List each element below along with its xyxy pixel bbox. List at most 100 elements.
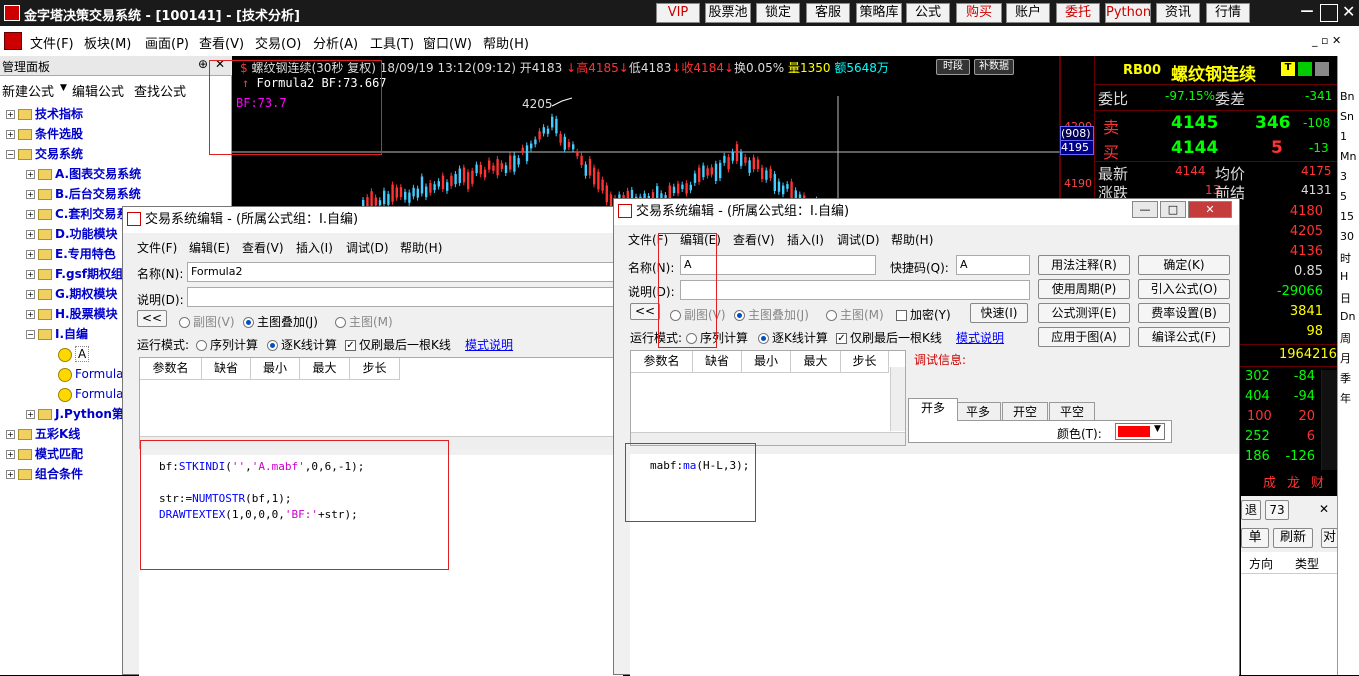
period-item-9[interactable]: H bbox=[1340, 270, 1348, 283]
d1-mode-link[interactable]: 模式说明 bbox=[465, 336, 513, 353]
period-item-0[interactable]: Bn bbox=[1340, 90, 1355, 103]
toolbar-button-11[interactable]: 行情 bbox=[1206, 3, 1250, 23]
menu-item-1[interactable]: 板块(M) bbox=[84, 33, 131, 52]
maximize-icon[interactable] bbox=[1320, 4, 1338, 22]
tree-item[interactable]: + G.期权模块 bbox=[26, 284, 117, 304]
d2-fast-button[interactable]: 快速(I) bbox=[970, 303, 1028, 323]
tree-item[interactable]: + 五彩K线 bbox=[6, 424, 80, 444]
d2-action-button-6[interactable]: 应用于图(A) bbox=[1038, 327, 1130, 347]
tree-item[interactable]: − I.自编 bbox=[26, 324, 88, 344]
tree-item[interactable]: + F.gsf期权组 bbox=[26, 264, 123, 284]
period-item-4[interactable]: 3 bbox=[1340, 170, 1347, 183]
expand-icon[interactable]: + bbox=[6, 110, 15, 119]
d2-action-button-2[interactable]: 使用周期(P) bbox=[1038, 279, 1130, 299]
period-item-8[interactable]: 时 bbox=[1340, 250, 1351, 266]
tree-item[interactable]: + 条件选股 bbox=[6, 124, 83, 144]
d2-action-button-7[interactable]: 编译公式(F) bbox=[1138, 327, 1230, 347]
expand-icon[interactable]: + bbox=[26, 290, 35, 299]
menu-item-7[interactable]: 窗口(W) bbox=[423, 33, 472, 52]
dialog1-menu-item-0[interactable]: 文件(F) bbox=[137, 239, 177, 256]
time-segment-button[interactable]: 时段 bbox=[936, 59, 970, 75]
tree-item[interactable]: + 技术指标 bbox=[6, 104, 83, 124]
d2-opt-main[interactable]: 主图(M) bbox=[826, 306, 884, 323]
dialog1-menu-item-4[interactable]: 调试(D) bbox=[346, 239, 389, 256]
expand-icon[interactable]: + bbox=[6, 470, 15, 479]
dialog1-menu-item-3[interactable]: 插入(I) bbox=[296, 239, 333, 256]
d1-mode-series[interactable]: 序列计算 bbox=[196, 336, 258, 353]
d1-mode-last[interactable]: ✓ 仅刷最后一根K线 bbox=[345, 336, 451, 353]
period-item-7[interactable]: 30 bbox=[1340, 230, 1354, 243]
d2-close-icon[interactable]: ✕ bbox=[1188, 201, 1232, 218]
expand-icon[interactable]: + bbox=[26, 210, 35, 219]
d2-mode-last[interactable]: ✓ 仅刷最后一根K线 bbox=[836, 329, 942, 346]
dialog1-menu-item-1[interactable]: 编辑(E) bbox=[189, 239, 230, 256]
footer-tab-1[interactable]: 龙 bbox=[1287, 472, 1300, 491]
expand-icon[interactable]: + bbox=[26, 170, 35, 179]
minimize-icon[interactable]: — bbox=[1297, 4, 1317, 22]
d2-param-table[interactable]: 参数名 缺省 最小 最大 步长 bbox=[630, 350, 906, 446]
toolbar-button-5[interactable]: 公式 bbox=[906, 3, 950, 23]
menu-item-4[interactable]: 交易(O) bbox=[255, 33, 301, 52]
t-icon[interactable]: T bbox=[1281, 62, 1295, 76]
period-item-10[interactable]: 日 bbox=[1340, 290, 1351, 306]
sub-button2-0[interactable]: 单 bbox=[1241, 528, 1269, 548]
d1-h-scrollbar[interactable] bbox=[140, 436, 624, 449]
tree-item[interactable]: + 组合条件 bbox=[6, 464, 83, 484]
tree-item[interactable]: + B.后台交易系统 bbox=[26, 184, 141, 204]
expand-icon[interactable]: + bbox=[26, 190, 35, 199]
sub-close-icon[interactable]: ✕ bbox=[1319, 502, 1329, 516]
dialog1-menu-item-2[interactable]: 查看(V) bbox=[242, 239, 284, 256]
period-item-6[interactable]: 15 bbox=[1340, 210, 1354, 223]
expand-icon[interactable]: + bbox=[26, 250, 35, 259]
toolbar-button-7[interactable]: 账户 bbox=[1006, 3, 1050, 23]
dialog2-menu-item-2[interactable]: 查看(V) bbox=[733, 231, 775, 248]
d2-maximize-icon[interactable]: □ bbox=[1160, 201, 1186, 218]
expand-icon[interactable]: + bbox=[6, 130, 15, 139]
tick-scrollbar[interactable] bbox=[1321, 370, 1337, 470]
d1-desc-input[interactable] bbox=[187, 287, 623, 307]
d2-action-button-5[interactable]: 费率设置(B) bbox=[1138, 303, 1230, 323]
tree-item[interactable]: + D.功能模块 bbox=[26, 224, 118, 244]
d1-opt-overlay[interactable]: 主图叠加(J) bbox=[243, 313, 318, 330]
tree-item[interactable]: A bbox=[46, 344, 90, 364]
menu-item-3[interactable]: 查看(V) bbox=[199, 33, 244, 52]
d2-name-input[interactable]: A bbox=[680, 255, 876, 275]
d1-opt-main[interactable]: 主图(M) bbox=[335, 313, 393, 330]
close-icon[interactable]: ✕ bbox=[1342, 2, 1358, 22]
tree-item[interactable]: + J.Python第 bbox=[26, 404, 124, 424]
d2-color-select[interactable]: ▼ bbox=[1115, 423, 1165, 440]
period-item-3[interactable]: Mn bbox=[1340, 150, 1356, 163]
child-window-controls[interactable]: _ ▫ ✕ bbox=[1312, 34, 1341, 47]
tree-item[interactable]: + 模式匹配 bbox=[6, 444, 83, 464]
settings-icon[interactable] bbox=[1315, 62, 1329, 76]
period-item-13[interactable]: 月 bbox=[1340, 350, 1351, 366]
d1-opt-subchart[interactable]: 副图(V) bbox=[179, 313, 235, 330]
toolbar-button-9[interactable]: Python bbox=[1105, 3, 1151, 23]
d1-collapse-button[interactable]: << bbox=[137, 310, 167, 327]
panel-close-icon[interactable]: ✕ bbox=[215, 57, 225, 71]
toolbar-button-8[interactable]: 委托 bbox=[1056, 3, 1100, 23]
d1-param-table[interactable]: 参数名 缺省 最小 最大 步长 bbox=[139, 357, 624, 449]
pin-icon[interactable]: ⊕ bbox=[198, 57, 208, 71]
d2-minimize-icon[interactable]: — bbox=[1132, 201, 1158, 218]
expand-icon[interactable]: + bbox=[26, 410, 35, 419]
d2-signal-tab-0[interactable]: 开多 bbox=[908, 398, 958, 421]
toolbar-button-6[interactable]: 购买 bbox=[956, 3, 1002, 23]
collapse-icon[interactable]: − bbox=[26, 330, 35, 339]
tree-item[interactable]: − 交易系统 bbox=[6, 144, 83, 164]
dialog2-menu-item-5[interactable]: 帮助(H) bbox=[891, 231, 933, 248]
fill-data-button[interactable]: 补数据 bbox=[974, 59, 1014, 75]
period-item-2[interactable]: 1 bbox=[1340, 130, 1347, 143]
expand-icon[interactable]: + bbox=[6, 430, 15, 439]
dialog2-menu-item-1[interactable]: 编辑(E) bbox=[680, 231, 721, 248]
d2-mode-bar[interactable]: 逐K线计算 bbox=[758, 329, 828, 346]
d2-mode-link[interactable]: 模式说明 bbox=[956, 329, 1004, 346]
dialog1-menu-item-5[interactable]: 帮助(H) bbox=[400, 239, 442, 256]
toolbar-button-3[interactable]: 客服 bbox=[806, 3, 850, 23]
d2-signal-tab-3[interactable]: 平空 bbox=[1049, 402, 1095, 421]
toolbar-button-0[interactable]: VIP bbox=[656, 3, 700, 23]
footer-tab-0[interactable]: 成 bbox=[1263, 472, 1276, 491]
d2-collapse-button[interactable]: << bbox=[630, 303, 660, 320]
menu-item-6[interactable]: 工具(T) bbox=[370, 33, 414, 52]
tree-item[interactable]: Formula bbox=[46, 384, 124, 404]
